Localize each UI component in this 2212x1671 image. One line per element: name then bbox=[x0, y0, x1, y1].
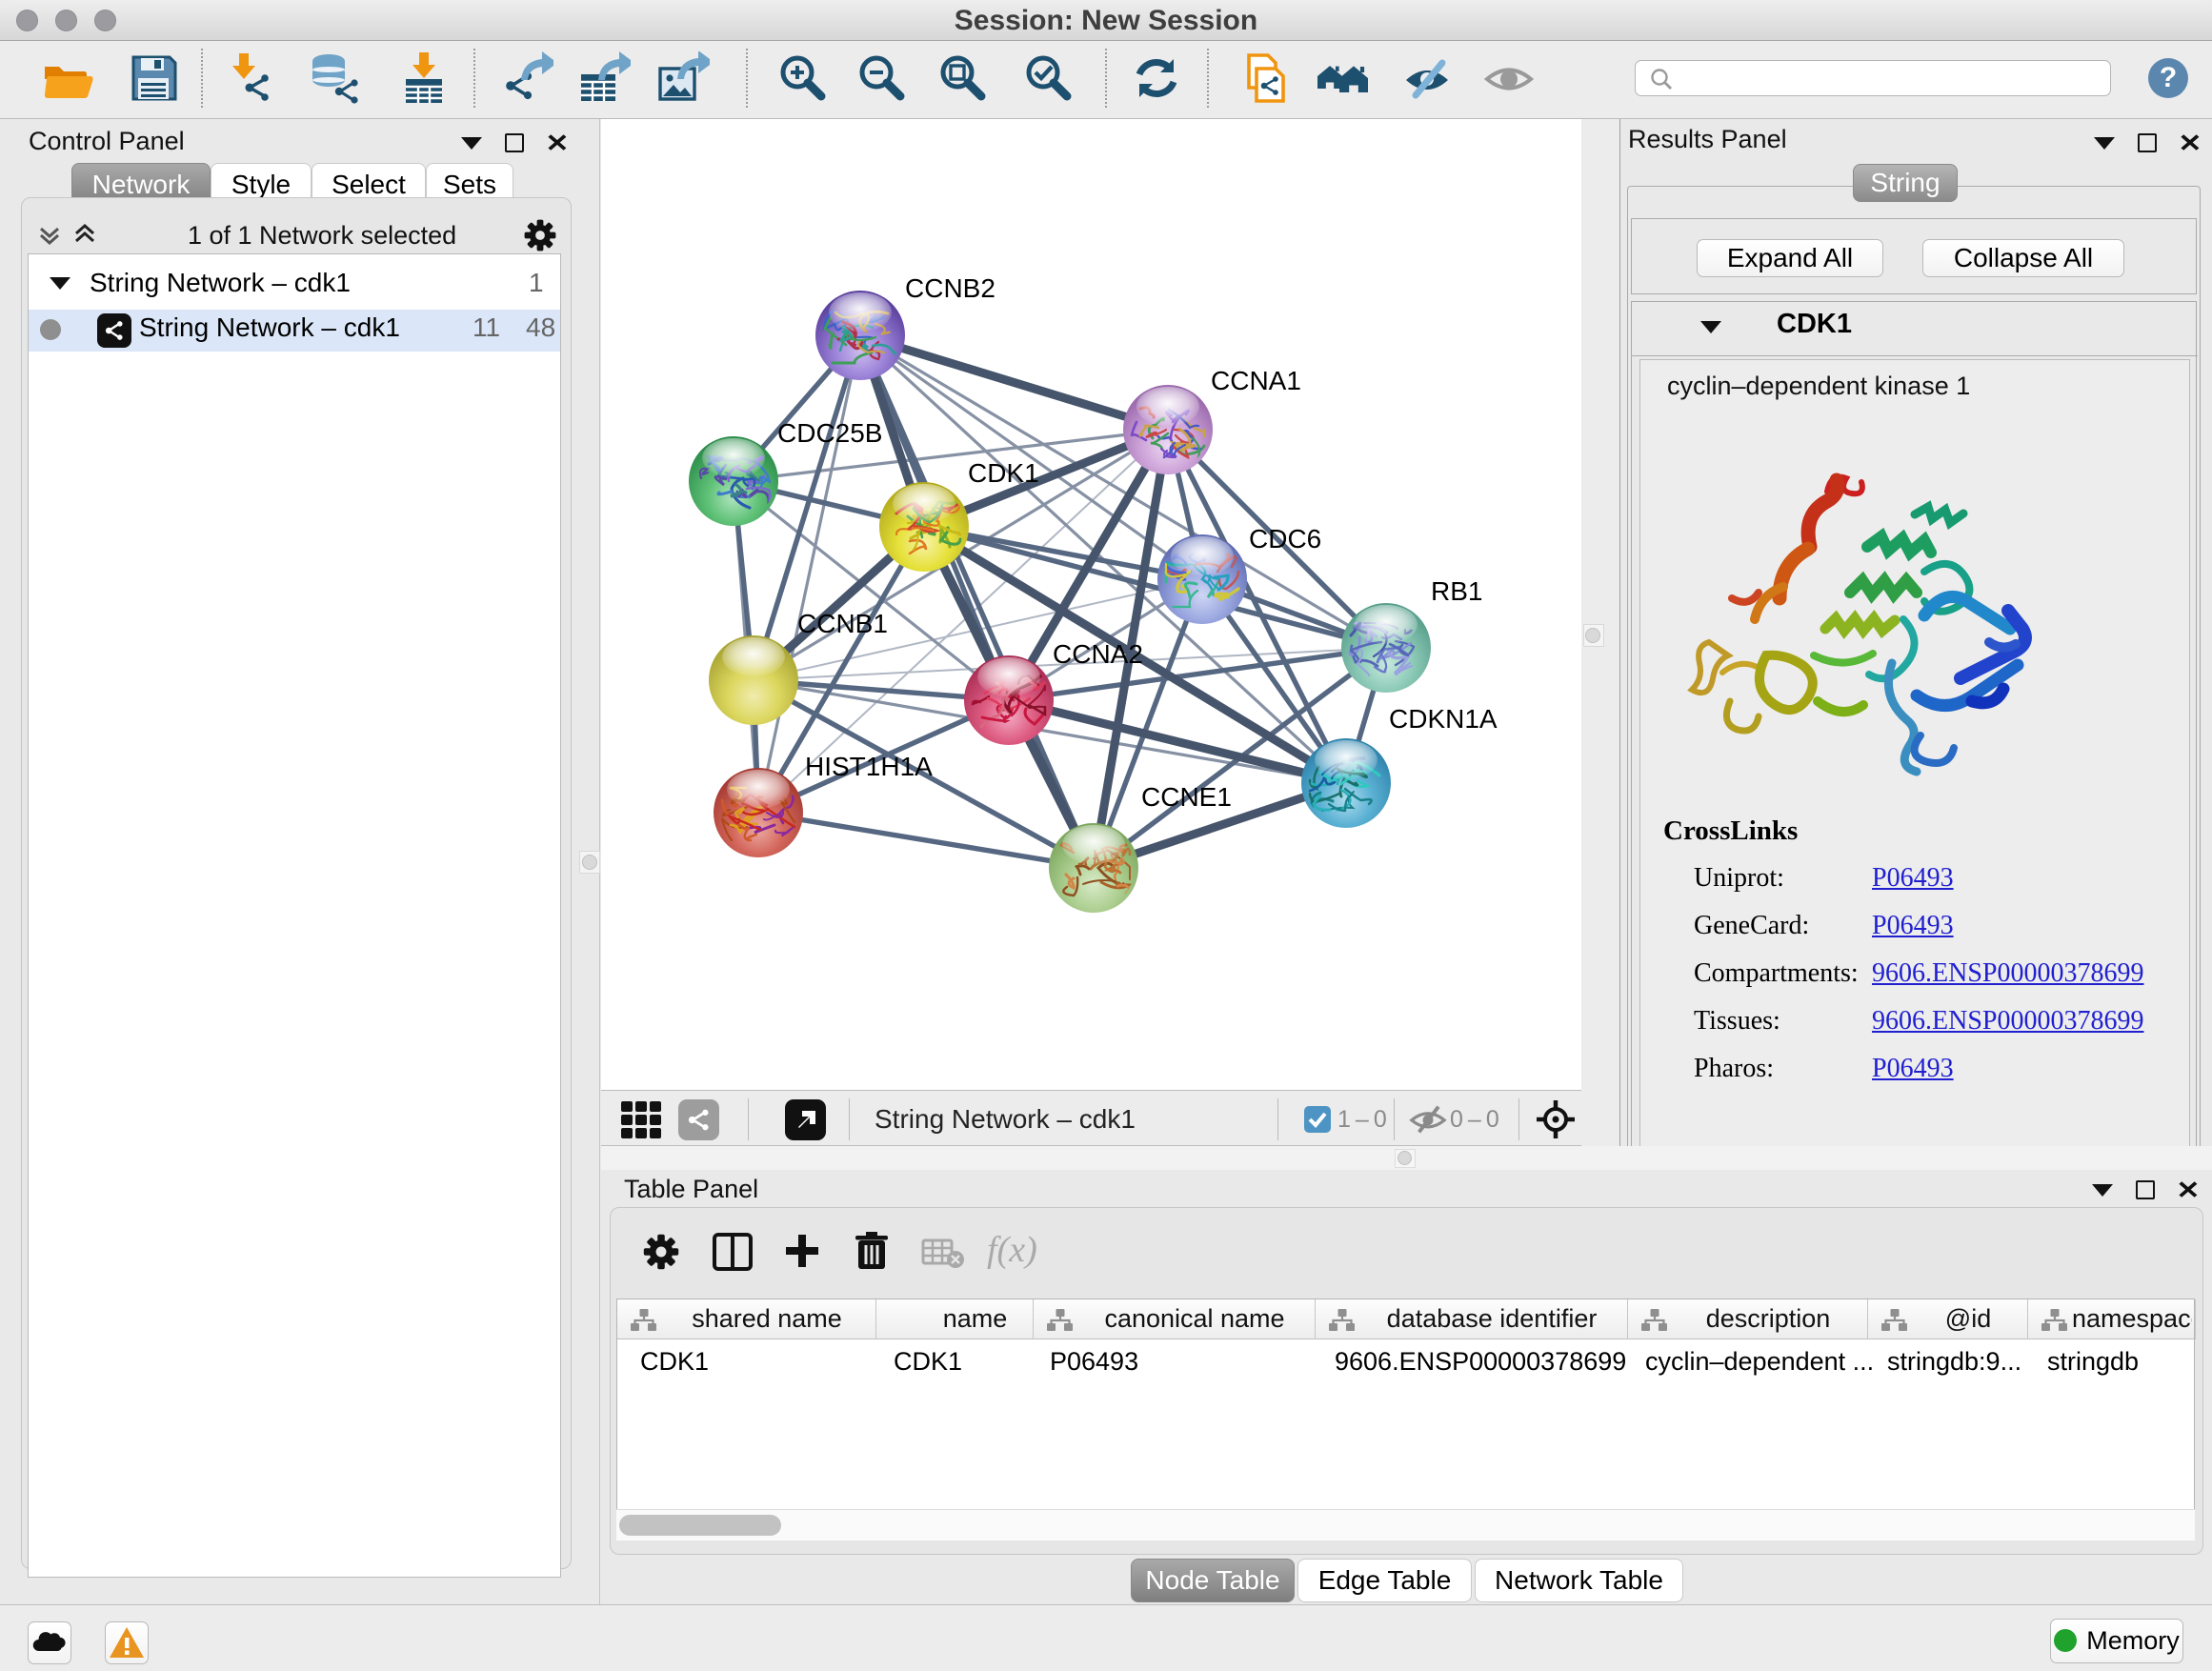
svg-text:RB1: RB1 bbox=[1431, 576, 1482, 606]
svg-text:HIST1H1A: HIST1H1A bbox=[805, 752, 933, 781]
svg-text:CDC6: CDC6 bbox=[1249, 524, 1321, 554]
svg-text:CCNB1: CCNB1 bbox=[797, 609, 888, 638]
svg-text:CCNB2: CCNB2 bbox=[905, 273, 995, 303]
svg-text:CCNA2: CCNA2 bbox=[1053, 639, 1143, 669]
svg-text:CDC25B: CDC25B bbox=[777, 418, 882, 448]
svg-text:CDK1: CDK1 bbox=[968, 458, 1039, 488]
svg-text:CCNA1: CCNA1 bbox=[1211, 366, 1301, 395]
svg-text:CDKN1A: CDKN1A bbox=[1389, 704, 1498, 734]
svg-text:CCNE1: CCNE1 bbox=[1141, 782, 1232, 812]
